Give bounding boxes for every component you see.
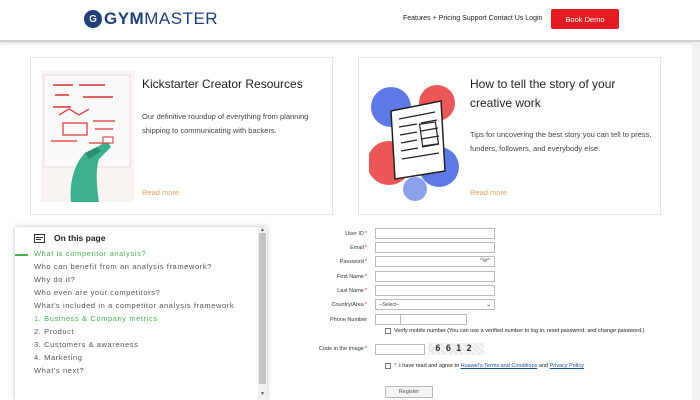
last-name-label: Last Name <box>337 287 364 294</box>
toc-list: What is competitor analysis? Who can ben… <box>34 249 254 379</box>
agree-terms-row: * I have read and agree to Huawei's Term… <box>385 363 584 369</box>
phone-row: Phone Number <box>300 314 467 325</box>
captcha-field[interactable] <box>375 343 425 355</box>
email-label: Email <box>350 244 364 251</box>
user-id-label: User ID <box>345 230 364 237</box>
country-label: Country/Area <box>331 301 364 308</box>
article-card-tell-your-story[interactable]: How to tell the story of your creative w… <box>358 57 661 215</box>
verify-mobile-row: Verify mobile number (You can use a veri… <box>385 328 645 334</box>
password-row: Password* ^w^ <box>300 256 495 267</box>
main-nav: Features + Pricing Support Contact Us Lo… <box>403 15 544 22</box>
nav-pricing[interactable]: Pricing <box>439 15 460 22</box>
nav-support[interactable]: Support <box>462 15 487 22</box>
password-field[interactable]: ^w^ <box>375 256 495 267</box>
first-name-label: First Name <box>336 273 364 280</box>
nav-login[interactable]: Login <box>525 15 542 22</box>
password-label: Password <box>339 258 364 265</box>
card-title[interactable]: Kickstarter Creator Resources <box>142 75 327 94</box>
toc-item[interactable]: Who even are your competitors? <box>34 288 254 297</box>
country-select[interactable]: --Select-- ⌄ <box>375 299 495 310</box>
privacy-policy-link[interactable]: Privacy Policy <box>550 363 584 369</box>
agree-terms-checkbox[interactable] <box>385 363 391 369</box>
card-description: Our definitive roundup of everything fro… <box>142 112 309 136</box>
last-name-row: Last Name* <box>300 285 495 296</box>
user-id-row: User ID* <box>300 228 495 239</box>
newspaper-illustration <box>369 71 462 202</box>
toc-active-indicator <box>15 254 28 256</box>
toc-item[interactable]: Why do it? <box>34 275 254 284</box>
user-id-field[interactable] <box>375 228 495 239</box>
terms-link[interactable]: Huawei's Terms and Conditions <box>461 363 538 369</box>
toc-item[interactable]: 3. Customers & awareness <box>34 340 254 349</box>
agree-and-text: and <box>538 363 549 369</box>
captcha-image[interactable]: 6612 <box>428 343 484 355</box>
read-more-link[interactable]: Read more <box>470 188 507 197</box>
toc-item[interactable]: What's included in a competitor analysis… <box>34 301 254 310</box>
card-title[interactable]: How to tell the story of your creative w… <box>470 75 655 113</box>
toc-item[interactable]: 4. Marketing <box>34 353 254 362</box>
first-name-row: First Name* <box>300 271 495 282</box>
first-name-field[interactable] <box>375 271 495 282</box>
logo-gym-text: GYM <box>104 9 145 28</box>
gymmaster-logo[interactable]: G GYM MASTER <box>84 9 218 29</box>
country-row: Country/Area* --Select-- ⌄ <box>300 299 495 310</box>
scroll-down-icon[interactable]: ▼ <box>260 391 265 397</box>
verify-mobile-text: Verify mobile number (You can use a veri… <box>394 328 645 334</box>
site-header: G GYM MASTER Features + Pricing Support … <box>0 0 700 42</box>
email-field[interactable] <box>375 242 495 253</box>
logo-master-text: MASTER <box>144 9 219 28</box>
logo-mark-icon: G <box>84 10 102 28</box>
toc-item[interactable]: 1. Business & Company metrics <box>34 314 254 323</box>
captcha-label: Code in the Image <box>318 346 364 352</box>
captcha-row: Code in the Image* 6612 <box>300 343 484 355</box>
registration-form: User ID* Email* Password* ^w^ First Name… <box>300 228 690 400</box>
phone-number-field[interactable] <box>401 314 467 325</box>
article-card-kickstarter-resources[interactable]: Kickstarter Creator Resources Our defini… <box>30 57 333 215</box>
whiteboard-illustration <box>41 71 134 202</box>
toc-header: On this page <box>34 233 105 243</box>
phone-country-code-field[interactable] <box>375 314 401 325</box>
list-icon <box>34 233 45 243</box>
phone-label: Phone Number <box>330 316 367 323</box>
country-select-value: --Select-- <box>379 301 400 308</box>
last-name-field[interactable] <box>375 285 495 296</box>
book-demo-button[interactable]: Book Demo <box>551 9 619 29</box>
nav-features[interactable]: Features <box>403 15 431 22</box>
toc-item[interactable]: What is competitor analysis? <box>34 249 254 258</box>
toc-item[interactable]: Who can benefit from an analysis framewo… <box>34 262 254 271</box>
card-description: Tips for uncovering the best story you c… <box>470 130 652 154</box>
toc-scrollbar[interactable]: ▲ ▼ <box>258 227 267 400</box>
nav-plus[interactable]: + <box>433 15 437 22</box>
email-row: Email* <box>300 242 495 253</box>
agree-prefix-text: I have read and agree to <box>399 363 460 369</box>
chevron-down-icon: ⌄ <box>485 302 491 308</box>
show-password-icon[interactable]: ^w^ <box>480 258 490 264</box>
verify-mobile-checkbox[interactable] <box>385 328 391 334</box>
toc-item[interactable]: What's next? <box>34 366 254 375</box>
nav-contact-us[interactable]: Contact Us <box>489 15 524 22</box>
toc-item[interactable]: 2. Product <box>34 327 254 336</box>
read-more-link[interactable]: Read more <box>142 188 179 197</box>
toc-scroll-thumb[interactable] <box>259 233 266 384</box>
toc-heading: On this page <box>54 233 106 243</box>
register-button[interactable]: Register <box>385 386 433 398</box>
page-scrollbar[interactable] <box>692 42 700 400</box>
table-of-contents: On this page What is competitor analysis… <box>15 227 267 400</box>
